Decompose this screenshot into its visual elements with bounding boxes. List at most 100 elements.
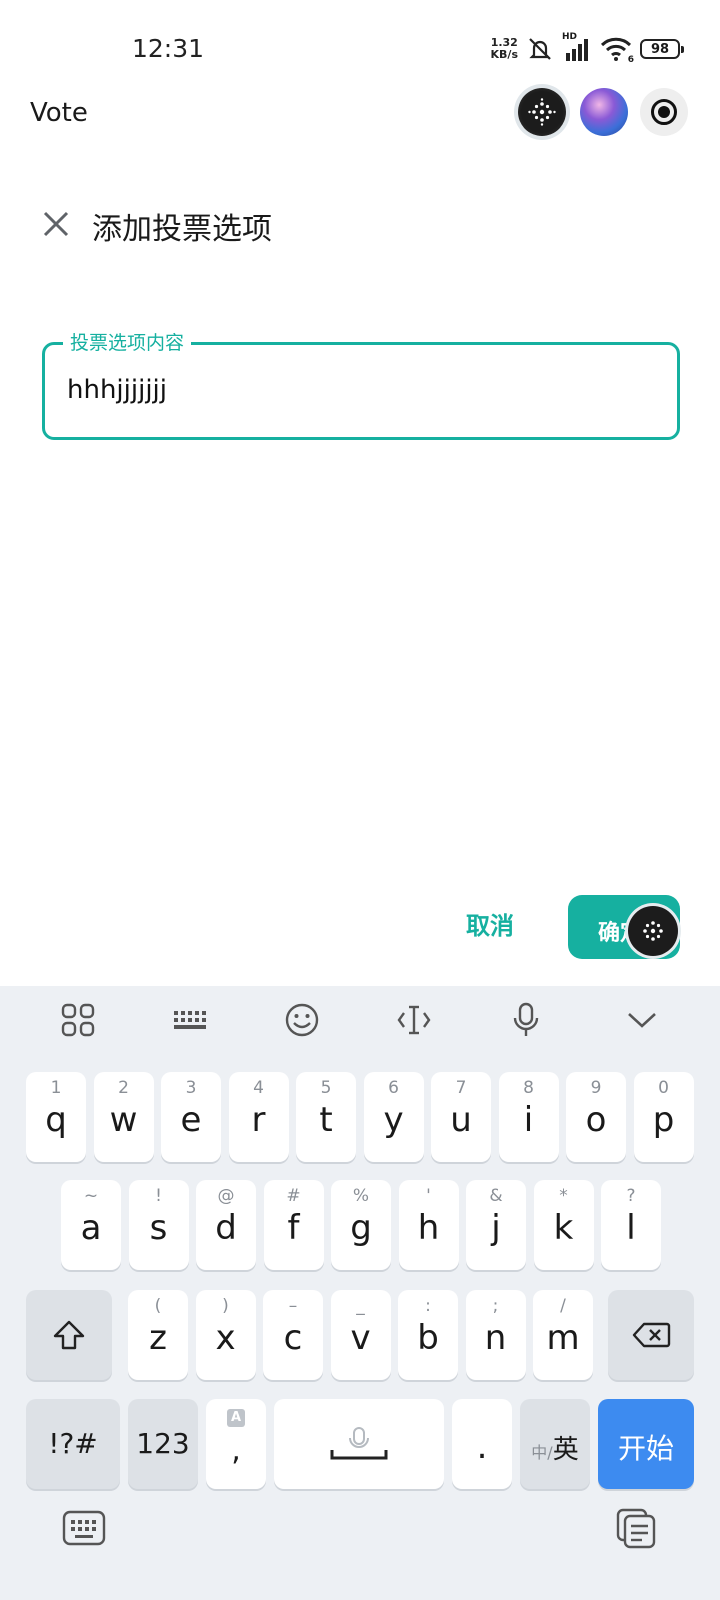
key-w[interactable]: 2w xyxy=(93,1072,154,1162)
key-hint: 2 xyxy=(118,1078,129,1098)
key-hint: _ xyxy=(356,1296,365,1316)
key-hint: % xyxy=(352,1186,370,1206)
symbols-key[interactable]: !?# xyxy=(26,1399,120,1489)
keyboard-toolbar xyxy=(0,986,720,1052)
symbols-key-label: !?# xyxy=(48,1427,98,1460)
key-hint: 4 xyxy=(253,1078,264,1098)
key-hint: ( xyxy=(154,1296,162,1316)
key-label: z xyxy=(149,1318,167,1358)
key-p[interactable]: 0p xyxy=(633,1072,694,1162)
dialog-title: 添加投票选项 xyxy=(92,212,272,247)
close-button[interactable] xyxy=(36,204,76,244)
key-m[interactable]: / m xyxy=(533,1290,593,1380)
key-v[interactable]: _ v xyxy=(330,1290,391,1380)
key-hint: 9 xyxy=(590,1078,602,1098)
key-label: k xyxy=(553,1208,574,1248)
key-a[interactable]: ~ a xyxy=(61,1180,121,1270)
key-label: o xyxy=(585,1100,607,1140)
key-label: j xyxy=(491,1208,501,1248)
key-y[interactable]: 6y xyxy=(363,1072,424,1162)
key-hint: # xyxy=(286,1186,301,1206)
app-header: Vote xyxy=(0,88,720,144)
key-n[interactable]: ; n xyxy=(465,1290,526,1380)
key-u[interactable]: 7u xyxy=(431,1072,491,1162)
key-c[interactable]: – c xyxy=(263,1290,323,1380)
key-l[interactable]: ? l xyxy=(601,1180,661,1270)
keyboard-layout-icon[interactable] xyxy=(168,998,212,1042)
vote-option-field[interactable]: 投票选项内容 hhhjjjjjjj xyxy=(42,328,680,440)
key-g[interactable]: % g xyxy=(331,1180,391,1270)
key-label: w xyxy=(109,1100,138,1140)
enter-key[interactable]: 开始 xyxy=(598,1399,694,1489)
key-k[interactable]: * k xyxy=(533,1180,594,1270)
key-label: r xyxy=(251,1100,266,1140)
key-t[interactable]: 5t xyxy=(296,1072,356,1162)
key-d[interactable]: @ d xyxy=(196,1180,256,1270)
period-key[interactable]: . xyxy=(452,1399,512,1489)
language-switch-key[interactable]: 中/英 xyxy=(520,1399,590,1489)
key-s[interactable]: ! s xyxy=(128,1180,189,1270)
vote-option-input[interactable]: hhhjjjjjjj xyxy=(67,375,167,405)
key-q[interactable]: 1q xyxy=(26,1072,86,1162)
key-hint: * xyxy=(559,1186,568,1206)
key-x[interactable]: ) x xyxy=(195,1290,256,1380)
key-j[interactable]: & j xyxy=(466,1180,526,1270)
clipboard-icon[interactable] xyxy=(612,1504,660,1552)
key-hint: @ xyxy=(217,1186,235,1206)
key-r[interactable]: 4r xyxy=(228,1072,289,1162)
chevron-down-icon[interactable] xyxy=(620,998,664,1042)
app-title: Vote xyxy=(30,98,88,128)
apps-grid-icon[interactable] xyxy=(56,998,100,1042)
key-hint: ; xyxy=(492,1296,499,1316)
emoji-icon[interactable] xyxy=(280,998,324,1042)
key-label: d xyxy=(215,1208,237,1248)
assistant-dots-icon[interactable] xyxy=(518,88,566,136)
backspace-icon xyxy=(608,1290,694,1380)
microphone-icon[interactable] xyxy=(504,998,548,1042)
cancel-button[interactable]: 取消 xyxy=(466,906,514,941)
key-label: l xyxy=(626,1208,636,1248)
key-b[interactable]: :b xyxy=(398,1290,458,1380)
shift-icon xyxy=(26,1290,112,1380)
lang-big-label: 英 xyxy=(552,1435,579,1465)
key-hint: ) xyxy=(222,1296,229,1316)
status-time: 12:31 xyxy=(132,34,205,63)
vote-option-label: 投票选项内容 xyxy=(63,328,192,355)
numbers-key-label: 123 xyxy=(136,1427,190,1460)
key-hint: 7 xyxy=(455,1078,467,1098)
record-target-icon[interactable] xyxy=(640,88,688,136)
key-hint: 6 xyxy=(388,1078,399,1098)
wifi-tag: 6 xyxy=(627,55,634,65)
key-label: f xyxy=(287,1208,300,1248)
key-hint: ~ xyxy=(83,1186,99,1206)
key-label: s xyxy=(149,1208,168,1248)
keyboard-switch-icon[interactable] xyxy=(60,1504,108,1552)
shift-key[interactable] xyxy=(26,1290,112,1380)
key-label: v xyxy=(350,1318,371,1358)
key-label: b xyxy=(417,1318,439,1358)
backspace-key[interactable] xyxy=(608,1290,694,1380)
key-hint: : xyxy=(425,1296,431,1316)
key-o[interactable]: 9o xyxy=(566,1072,626,1162)
space-key[interactable] xyxy=(274,1399,444,1489)
key-label: n xyxy=(484,1318,507,1358)
key-hint: ! xyxy=(155,1186,162,1206)
dialog-header: 添加投票选项 xyxy=(0,196,720,256)
language-switch-labels: 中/英 xyxy=(520,1429,590,1466)
text-cursor-icon[interactable] xyxy=(392,998,436,1042)
key-label: t xyxy=(319,1100,333,1140)
floating-assistant-icon[interactable] xyxy=(628,906,678,956)
key-label: m xyxy=(546,1318,580,1358)
key-f[interactable]: # f xyxy=(263,1180,324,1270)
key-hint: ? xyxy=(626,1186,636,1206)
key-e[interactable]: 3e xyxy=(161,1072,221,1162)
numbers-key[interactable]: 123 xyxy=(128,1399,198,1489)
key-h[interactable]: ' h xyxy=(398,1180,459,1270)
key-z[interactable]: (z xyxy=(128,1290,188,1380)
network-speed: 1.32 KB/s xyxy=(491,37,518,61)
user-avatar[interactable] xyxy=(580,88,628,136)
key-label: i xyxy=(523,1100,534,1140)
comma-key[interactable]: A , xyxy=(206,1399,266,1489)
key-i[interactable]: 8i xyxy=(498,1072,559,1162)
key-label: e xyxy=(180,1100,202,1140)
